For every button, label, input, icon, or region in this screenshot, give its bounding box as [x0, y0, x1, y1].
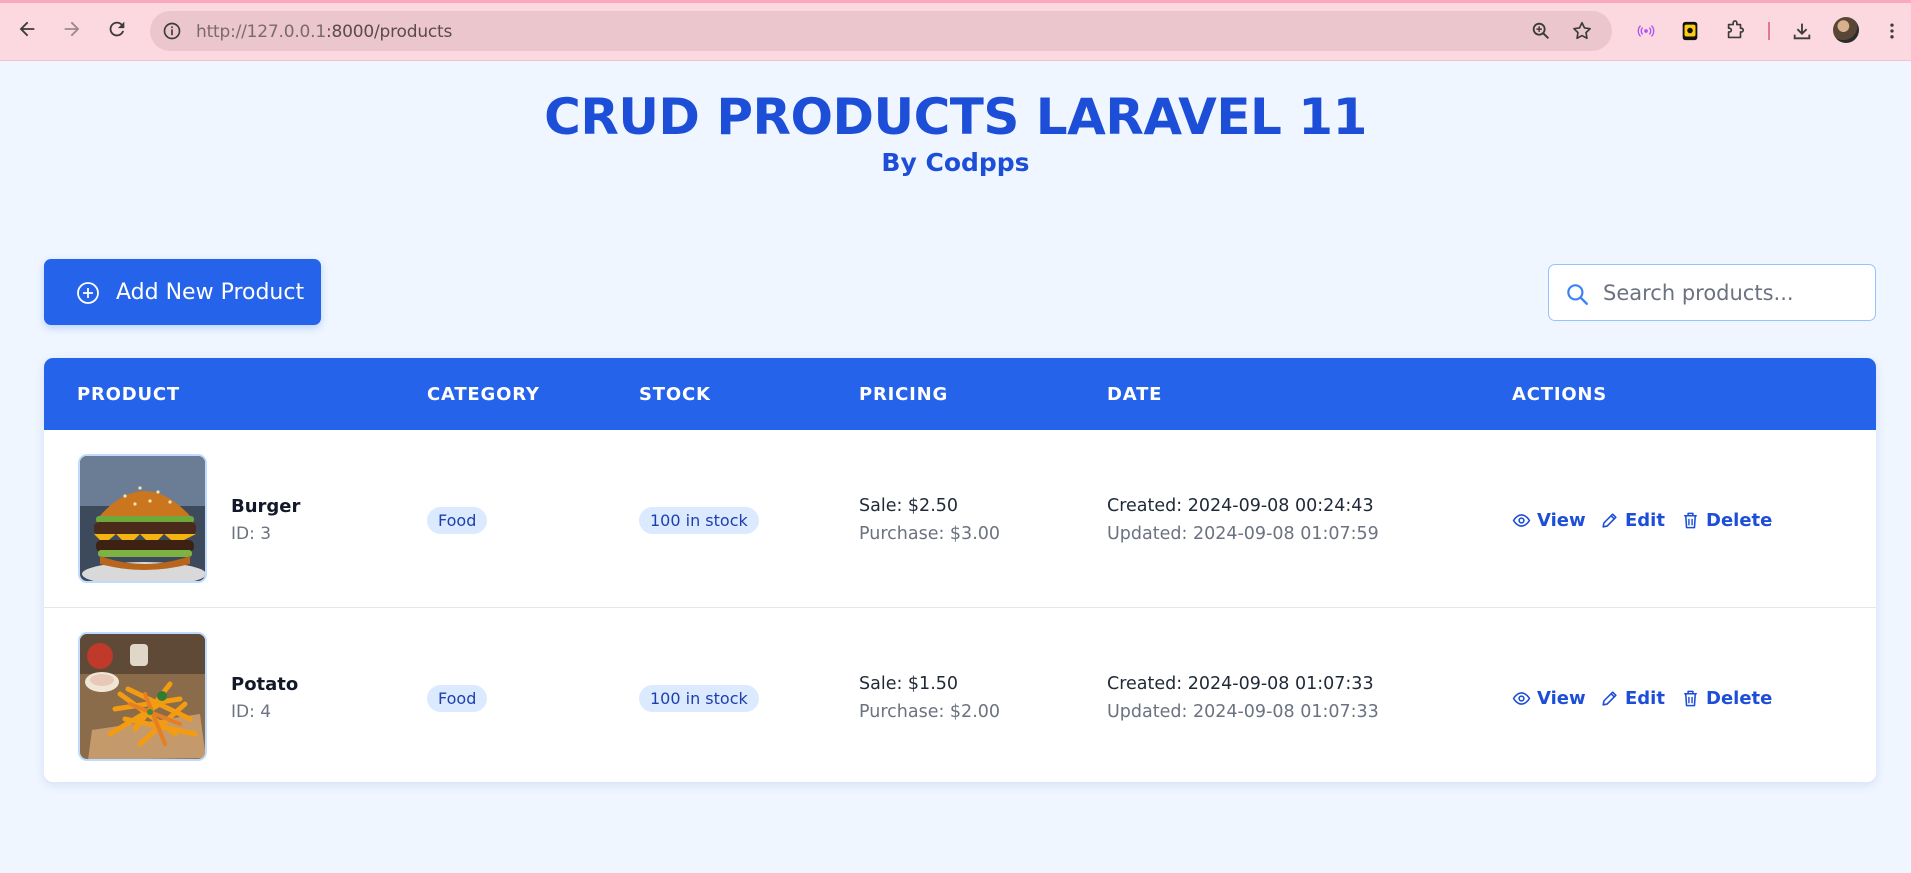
product-name: Burger: [231, 496, 301, 517]
purchase-price: Purchase: $2.00: [859, 702, 1001, 722]
view-button[interactable]: View: [1512, 510, 1586, 531]
updated-date: Updated: 2024-09-08 01:07:33: [1107, 702, 1379, 722]
column-header-date: DATE: [1107, 384, 1163, 405]
product-id: ID: 3: [231, 524, 272, 544]
purchase-price: Purchase: $3.00: [859, 524, 1001, 544]
add-new-product-label: Add New Product: [116, 280, 305, 305]
reload-button[interactable]: [104, 16, 130, 42]
pencil-icon: [1602, 513, 1617, 528]
table-header: PRODUCT CATEGORY STOCK PRICING DATE ACTI…: [44, 358, 1876, 430]
column-header-category: CATEGORY: [427, 384, 540, 405]
column-header-actions: ACTIONS: [1512, 384, 1608, 405]
delete-button[interactable]: Delete: [1681, 688, 1772, 709]
url-text[interactable]: http://127.0.0.1:8000/products: [196, 22, 452, 42]
pencil-icon: [1602, 691, 1617, 706]
add-new-product-button[interactable]: Add New Product: [44, 259, 321, 325]
product-name: Potato: [231, 674, 299, 695]
table-row: Potato ID: 4 Food 100 in stock Sale: $1.…: [44, 607, 1876, 782]
reload-icon: [109, 21, 125, 37]
stock-badge: 100 in stock: [639, 507, 759, 534]
category-badge: Food: [427, 685, 488, 712]
product-id: ID: 4: [231, 702, 272, 722]
view-button[interactable]: View: [1512, 688, 1586, 709]
product-image-potato: [78, 632, 207, 761]
delete-label: Delete: [1706, 688, 1773, 709]
stock-badge: 100 in stock: [639, 685, 759, 712]
eye-icon: [1512, 692, 1531, 705]
view-label: View: [1537, 688, 1586, 709]
forward-button[interactable]: [59, 16, 85, 42]
eye-icon: [1512, 514, 1531, 527]
plus-circle-icon: [77, 282, 99, 304]
delete-button[interactable]: Delete: [1681, 510, 1772, 531]
search-input[interactable]: [1603, 275, 1863, 311]
edit-label: Edit: [1625, 688, 1665, 709]
sale-price: Sale: $1.50: [859, 674, 959, 694]
forward-arrow-icon: [64, 21, 80, 37]
category-badge: Food: [427, 507, 488, 534]
trash-icon: [1684, 512, 1697, 529]
edit-button[interactable]: Edit: [1600, 510, 1665, 531]
created-date: Created: 2024-09-08 00:24:43: [1107, 496, 1374, 516]
delete-label: Delete: [1706, 510, 1773, 531]
bookmark-star-icon[interactable]: [1571, 20, 1593, 42]
updated-date: Updated: 2024-09-08 01:07:59: [1107, 524, 1379, 544]
search-box[interactable]: [1548, 264, 1876, 321]
page-subtitle: By Codpps: [881, 148, 1030, 177]
search-icon: [1567, 284, 1588, 305]
menu-kebab-icon[interactable]: [1879, 18, 1905, 44]
profile-avatar[interactable]: [1833, 17, 1859, 43]
trash-icon: [1684, 690, 1697, 707]
product-image-burger: [78, 454, 207, 583]
edit-button[interactable]: Edit: [1600, 688, 1665, 709]
sale-price: Sale: $2.50: [859, 496, 959, 516]
url-host: http://127.0.0.1: [196, 22, 326, 42]
site-info-icon[interactable]: [162, 21, 182, 41]
back-arrow-icon: [19, 21, 35, 37]
created-date: Created: 2024-09-08 01:07:33: [1107, 674, 1374, 694]
products-table: PRODUCT CATEGORY STOCK PRICING DATE ACTI…: [44, 358, 1876, 782]
browser-toolbar: http://127.0.0.1:8000/products: [0, 0, 1911, 61]
cast-extension-icon[interactable]: [1633, 18, 1659, 44]
column-header-product: PRODUCT: [77, 384, 181, 405]
tab-strip-edge: [0, 0, 1911, 3]
view-label: View: [1537, 510, 1586, 531]
extensions-puzzle-icon[interactable]: [1722, 18, 1748, 44]
page-title: CRUD PRODUCTS LARAVEL 11: [544, 88, 1367, 146]
toolbar-separator: [1768, 22, 1770, 40]
column-header-stock: STOCK: [639, 384, 711, 405]
column-header-pricing: PRICING: [859, 384, 949, 405]
zoom-icon[interactable]: [1530, 20, 1552, 42]
downloads-icon[interactable]: [1789, 18, 1815, 44]
table-row: Burger ID: 3 Food 100 in stock Sale: $2.…: [44, 430, 1876, 607]
extension-yellow-icon[interactable]: [1677, 18, 1703, 44]
address-bar[interactable]: http://127.0.0.1:8000/products: [150, 11, 1612, 51]
back-button[interactable]: [14, 16, 40, 42]
edit-label: Edit: [1625, 510, 1665, 531]
url-path: :8000/products: [326, 22, 453, 42]
